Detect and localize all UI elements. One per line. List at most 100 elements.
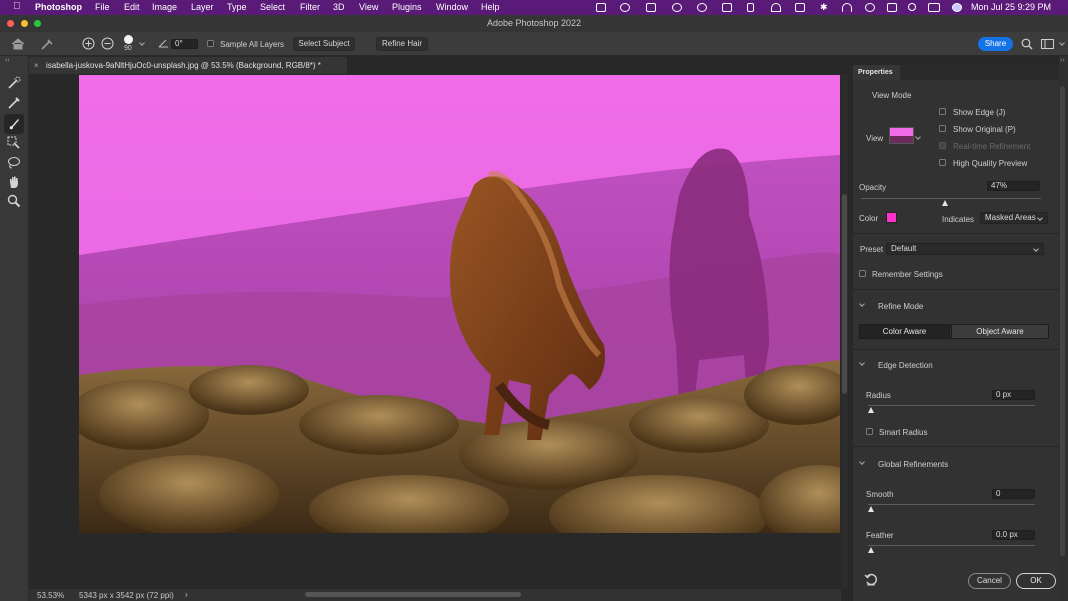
realtime-refinement-checkbox[interactable] xyxy=(939,142,946,149)
refine-edge-tool-icon[interactable] xyxy=(7,96,21,110)
wifi-icon[interactable] xyxy=(842,3,852,12)
window-minimize-button[interactable] xyxy=(21,20,28,27)
lasso-tool-icon[interactable] xyxy=(7,156,21,170)
menu-datetime[interactable]: Mon Jul 25 9:29 PM xyxy=(971,2,1051,12)
dropbox-icon[interactable] xyxy=(646,3,656,12)
quick-selection-tool-icon[interactable] xyxy=(7,76,21,90)
menu-view[interactable]: View xyxy=(359,2,378,12)
vertical-scrollbar[interactable] xyxy=(841,74,848,588)
workspace-icon[interactable] xyxy=(1041,39,1054,49)
document-canvas-image[interactable] xyxy=(79,75,840,533)
control-center-icon[interactable] xyxy=(928,3,940,12)
headphones-icon[interactable] xyxy=(771,3,781,12)
global-refinements-collapse-icon[interactable] xyxy=(859,459,865,465)
window-zoom-button[interactable] xyxy=(34,20,41,27)
search-icon[interactable] xyxy=(1021,38,1033,50)
spotlight-search-icon[interactable] xyxy=(908,3,916,11)
indicates-dropdown[interactable]: Masked Areas xyxy=(980,212,1048,224)
color-aware-button[interactable]: Color Aware xyxy=(859,324,950,339)
brush-size[interactable]: 90 xyxy=(124,45,132,52)
global-refinements-heading[interactable]: Global Refinements xyxy=(878,460,948,469)
share-button[interactable]: Share xyxy=(978,37,1013,51)
panel-scrollbar[interactable] xyxy=(1060,86,1065,556)
menu-image[interactable]: Image xyxy=(152,2,177,12)
workspace-chevron-icon[interactable] xyxy=(1059,40,1065,46)
hand-tool-icon[interactable] xyxy=(7,175,21,189)
document-tab[interactable]: × isabella-juskova-9aNltHjuOc0-unsplash.… xyxy=(29,57,347,74)
brush-dropdown-chevron-icon[interactable] xyxy=(139,40,145,46)
battery-icon[interactable] xyxy=(887,3,897,12)
screenshot-icon[interactable] xyxy=(722,3,732,12)
radius-slider-track[interactable] xyxy=(868,405,1035,406)
user-icon[interactable] xyxy=(865,3,875,12)
angle-input[interactable]: 0° xyxy=(171,39,198,49)
refine-edge-brush-icon[interactable] xyxy=(40,38,54,50)
smooth-slider-thumb[interactable] xyxy=(868,506,874,512)
status-expand-chevron-icon[interactable]: › xyxy=(185,590,188,599)
bookmark-icon[interactable] xyxy=(747,3,754,12)
creative-cloud-icon[interactable] xyxy=(620,3,630,12)
cancel-button[interactable]: Cancel xyxy=(968,573,1011,589)
opacity-slider-track[interactable] xyxy=(861,198,1041,199)
menu-help[interactable]: Help xyxy=(481,2,500,12)
opacity-slider-thumb[interactable] xyxy=(942,200,949,206)
zoom-level[interactable]: 53.53% xyxy=(37,591,64,600)
home-icon[interactable] xyxy=(11,38,25,50)
feather-input[interactable]: 0.0 px xyxy=(992,530,1035,540)
sample-all-layers-checkbox[interactable] xyxy=(207,40,214,47)
apple-icon[interactable]:  xyxy=(13,1,21,12)
window-close-button[interactable] xyxy=(7,20,14,27)
smart-radius-checkbox[interactable] xyxy=(866,428,873,435)
screen-record-icon[interactable] xyxy=(596,3,606,12)
show-original-checkbox[interactable] xyxy=(939,125,946,132)
refine-mode-collapse-icon[interactable] xyxy=(859,301,865,307)
view-thumbnail[interactable] xyxy=(889,127,914,144)
siri-icon[interactable] xyxy=(952,3,962,12)
ok-button[interactable]: OK xyxy=(1016,573,1056,589)
opacity-input[interactable]: 47% xyxy=(987,181,1040,191)
remember-settings-checkbox[interactable] xyxy=(859,270,866,277)
sync-icon[interactable] xyxy=(697,3,707,12)
menu-edit[interactable]: Edit xyxy=(124,2,140,12)
menu-3d[interactable]: 3D xyxy=(333,2,345,12)
bluetooth-icon[interactable]: ✱ xyxy=(820,2,828,13)
add-to-selection-icon[interactable] xyxy=(82,37,95,50)
close-tab-icon[interactable]: × xyxy=(34,57,39,74)
object-aware-button[interactable]: Object Aware xyxy=(951,324,1049,339)
vertical-scrollbar-thumb[interactable] xyxy=(842,194,847,394)
high-quality-preview-checkbox[interactable] xyxy=(939,159,946,166)
subtract-from-selection-icon[interactable] xyxy=(101,37,114,50)
brush-preview-icon[interactable] xyxy=(124,35,133,44)
menu-file[interactable]: File xyxy=(95,2,110,12)
object-selection-tool-icon[interactable] xyxy=(7,136,21,150)
select-subject-button[interactable]: Select Subject xyxy=(293,37,355,51)
reset-workspace-icon[interactable] xyxy=(864,573,878,586)
radius-slider-thumb[interactable] xyxy=(868,407,874,413)
smooth-slider-track[interactable] xyxy=(868,504,1035,505)
preset-dropdown[interactable]: Default xyxy=(886,243,1044,255)
menu-filter[interactable]: Filter xyxy=(300,2,320,12)
overlay-color-swatch[interactable] xyxy=(886,212,897,223)
edge-detection-collapse-icon[interactable] xyxy=(859,360,865,366)
menu-layer[interactable]: Layer xyxy=(191,2,214,12)
edge-detection-heading[interactable]: Edge Detection xyxy=(878,361,933,370)
refine-mode-heading[interactable]: Refine Mode xyxy=(878,302,923,311)
refine-hair-button[interactable]: Refine Hair xyxy=(376,37,428,51)
collapse-tools-icon[interactable]: ‹‹ xyxy=(5,57,10,64)
menu-app-name[interactable]: Photoshop xyxy=(35,2,82,12)
show-edge-checkbox[interactable] xyxy=(939,108,946,115)
menu-plugins[interactable]: Plugins xyxy=(392,2,422,12)
menu-select[interactable]: Select xyxy=(260,2,285,12)
feather-slider-track[interactable] xyxy=(868,545,1035,546)
radius-input[interactable]: 0 px xyxy=(992,390,1035,400)
horizontal-scrollbar-thumb[interactable] xyxy=(305,592,521,597)
feather-slider-thumb[interactable] xyxy=(868,547,874,553)
grid-app-icon[interactable] xyxy=(672,3,682,12)
brush-tool-icon[interactable] xyxy=(7,117,21,131)
menu-type[interactable]: Type xyxy=(227,2,247,12)
smooth-input[interactable]: 0 xyxy=(992,489,1035,499)
menu-window[interactable]: Window xyxy=(436,2,468,12)
zoom-tool-icon[interactable] xyxy=(7,194,21,208)
collapse-panel-icon[interactable]: ›› xyxy=(1060,57,1065,64)
view-dropdown-chevron-icon[interactable] xyxy=(915,134,921,140)
